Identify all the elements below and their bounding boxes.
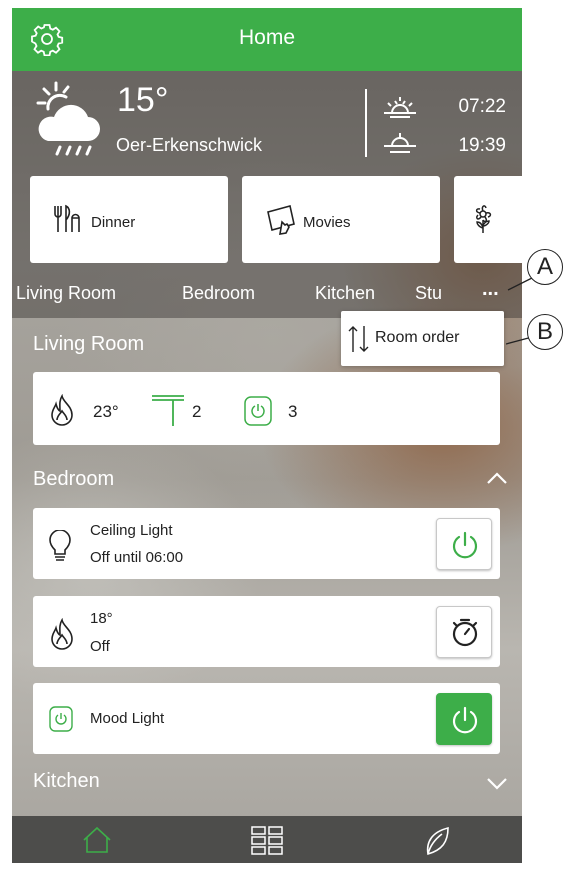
socket-icon: [244, 396, 272, 426]
device-status: Off until 06:00: [90, 549, 184, 566]
sort-arrows-icon: [348, 326, 369, 352]
chevron-down-icon[interactable]: [486, 777, 508, 791]
weather-panel: 15° Oer-Erkenschwick 07:22 19:39: [12, 71, 522, 171]
menu-item-room-order: Room order: [375, 329, 460, 346]
tablet-touch-icon: [267, 205, 295, 235]
sunrise-icon: [384, 97, 416, 118]
tab-study[interactable]: Stu: [415, 283, 442, 304]
timer-icon: [452, 618, 478, 647]
device-card-bedroom-heating[interactable]: 18° Off: [33, 596, 500, 667]
app-header: Home: [12, 8, 522, 71]
ceiling-light-power-button[interactable]: [436, 518, 492, 570]
sunset-time: 19:39: [458, 135, 506, 156]
room-order-menu[interactable]: Room order: [341, 311, 504, 366]
light-bulb-icon: [49, 530, 71, 561]
flower-icon: [475, 205, 492, 233]
weather-location: Oer-Erkenschwick: [116, 135, 263, 155]
room-tab-bar: Living Room Bedroom Kitchen Stu ...: [12, 278, 522, 312]
device-temperature: 18°: [90, 610, 113, 627]
cutlery-icon: [54, 204, 80, 232]
device-card-mood-light[interactable]: Mood Light: [33, 683, 500, 754]
mood-light-power-button[interactable]: [436, 693, 492, 745]
living-room-summary-card[interactable]: 23° 2 3: [33, 372, 500, 445]
callout-b: B: [527, 314, 563, 350]
sunrise-row: 07:22: [380, 93, 520, 121]
sunset-icon: [384, 133, 416, 153]
section-title-bedroom: Bedroom: [33, 468, 115, 490]
bottom-navigation: [12, 816, 522, 863]
shutter-icon: [152, 395, 184, 426]
bedroom-heating-timer-button[interactable]: [436, 606, 492, 658]
nav-grid[interactable]: [182, 816, 352, 863]
weather-divider: [365, 89, 367, 157]
scene-label: Movies: [303, 214, 351, 231]
tab-bedroom[interactable]: Bedroom: [182, 283, 255, 304]
nav-energy[interactable]: [352, 816, 522, 863]
scene-card-partial[interactable]: [454, 176, 522, 263]
leaf-icon: [426, 826, 449, 856]
tab-kitchen[interactable]: Kitchen: [315, 283, 375, 304]
callout-a: A: [527, 249, 563, 285]
app-screen: Home 15° Oer-Erkenschwick 07:22 19:39 Di…: [12, 8, 522, 863]
section-title-kitchen: Kitchen: [33, 770, 100, 792]
sunrise-time: 07:22: [458, 96, 506, 117]
flame-icon: [51, 394, 73, 426]
grid-icon: [251, 826, 283, 855]
device-status: Off: [90, 638, 110, 655]
flame-icon: [51, 618, 73, 650]
device-card-ceiling-light[interactable]: Ceiling Light Off until 06:00: [33, 508, 500, 579]
home-icon: [83, 826, 111, 853]
page-title: Home: [238, 26, 296, 49]
living-room-temperature: 23°: [93, 402, 119, 421]
more-button[interactable]: ...: [482, 278, 499, 301]
chevron-up-icon[interactable]: [486, 471, 508, 485]
sun-cloud-rain-icon: [36, 81, 100, 156]
socket-icon: [49, 706, 73, 732]
power-icon: [452, 531, 478, 559]
living-room-shutter-count: 2: [192, 402, 202, 421]
nav-home[interactable]: [12, 816, 182, 863]
power-icon: [452, 706, 478, 734]
device-name: Ceiling Light: [90, 522, 173, 539]
tab-living-room[interactable]: Living Room: [16, 283, 116, 304]
living-room-switch-count: 3: [288, 402, 298, 421]
sunset-row: 19:39: [380, 132, 520, 160]
scene-label: Dinner: [91, 214, 136, 231]
scene-card-movies[interactable]: Movies: [242, 176, 440, 263]
device-name: Mood Light: [90, 710, 165, 727]
current-temperature: 15°: [117, 81, 169, 119]
scene-card-dinner[interactable]: Dinner: [30, 176, 228, 263]
section-title-living-room: Living Room: [33, 333, 145, 355]
